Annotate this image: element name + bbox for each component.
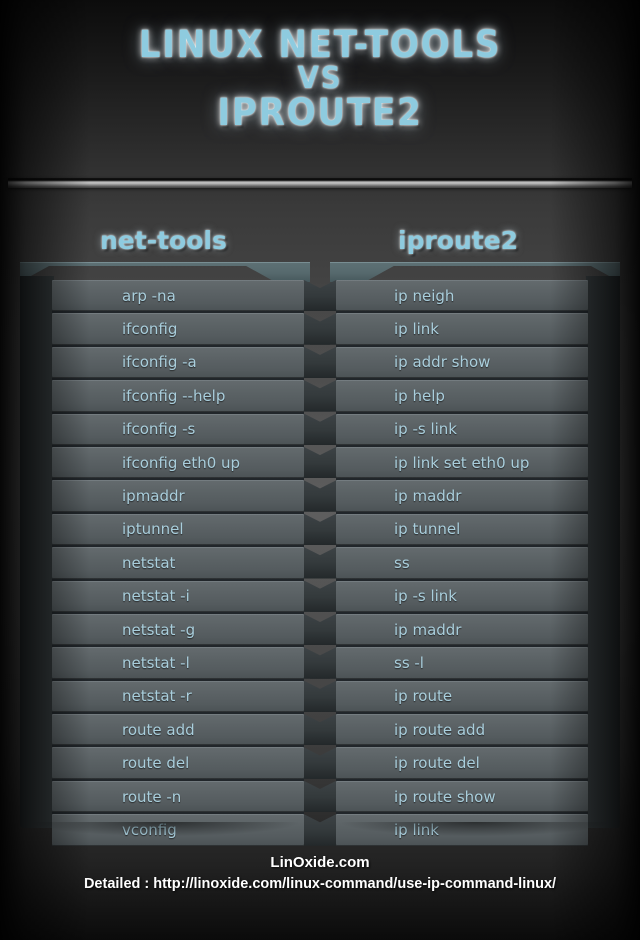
command-text: netstat -i	[122, 587, 190, 606]
title-divider	[8, 178, 632, 188]
command-row[interactable]: ss	[336, 547, 588, 579]
command-text: ip link	[394, 320, 439, 339]
net-tools-command-stack: arp -na ifconfig ifconfig -a ifconfig --hel…	[20, 262, 310, 846]
command-row[interactable]: ip maddr	[336, 480, 588, 512]
command-text: ip maddr	[394, 487, 462, 506]
command-row[interactable]: ip -s link	[336, 580, 588, 612]
command-row[interactable]: ifconfig -s	[52, 413, 304, 445]
command-row[interactable]: netstat -i	[52, 580, 304, 612]
stack-side-panel	[586, 276, 620, 828]
command-row[interactable]: ip link	[336, 313, 588, 345]
command-row[interactable]: ip route	[336, 680, 588, 713]
footer: LinOxide.com Detailed : http://linoxide.…	[0, 852, 640, 895]
command-row[interactable]: ip route show	[336, 780, 588, 813]
column-header-iproute2: iproute2	[398, 226, 519, 255]
footer-brand: LinOxide.com	[270, 854, 370, 871]
command-text: route add	[122, 720, 195, 739]
command-text: ip addr show	[394, 353, 491, 372]
iproute2-row-list: ip neigh ip link ip addr show ip help ip -s …	[336, 280, 588, 846]
footer-detail-link[interactable]: Detailed : http://linoxide.com/linux-com…	[0, 874, 640, 895]
command-text: ss -l	[394, 653, 424, 672]
command-row[interactable]: ip help	[336, 380, 588, 412]
command-row[interactable]: ip neigh	[336, 280, 588, 312]
iproute2-command-stack: ip neigh ip link ip addr show ip help ip -s …	[330, 262, 620, 846]
command-text: netstat -l	[122, 653, 190, 672]
command-text: ip help	[394, 386, 445, 405]
command-text: ip maddr	[394, 620, 462, 639]
command-text: ip route show	[394, 787, 496, 806]
command-row[interactable]: iptunnel	[52, 513, 304, 546]
command-text: ip -s link	[394, 587, 457, 606]
command-row[interactable]: ifconfig	[52, 313, 304, 345]
command-text: ip tunnel	[394, 520, 461, 539]
command-text: iptunnel	[122, 520, 184, 539]
command-text: ifconfig -s	[122, 420, 196, 439]
command-text: ip link set eth0 up	[394, 453, 530, 472]
command-text: netstat -r	[122, 687, 192, 706]
column-header-net-tools: net-tools	[100, 226, 227, 255]
title-line-2: VS	[297, 60, 343, 96]
command-text: ip route	[394, 687, 453, 706]
command-row[interactable]: ipmaddr	[52, 480, 304, 512]
command-text: ifconfig -a	[122, 353, 197, 372]
command-row[interactable]: ip route del	[336, 747, 588, 779]
command-row[interactable]: ifconfig -a	[52, 346, 304, 379]
command-text: ip neigh	[394, 286, 455, 305]
stack-side-panel	[20, 276, 54, 828]
command-text: netstat -g	[122, 620, 196, 639]
infographic-poster: LINUX NET-TOOLS VS IPROUTE2 net-tools ip…	[0, 0, 640, 940]
command-row[interactable]: ip link	[336, 814, 588, 846]
command-row[interactable]: route -n	[52, 780, 304, 813]
command-row[interactable]: ip link set eth0 up	[336, 446, 588, 479]
command-text: ipmaddr	[122, 487, 185, 506]
command-row[interactable]: route del	[52, 747, 304, 779]
title-line-1: LINUX NET-TOOLS	[138, 23, 502, 66]
command-text: ip route add	[394, 720, 486, 739]
command-text: netstat	[122, 553, 176, 572]
title-line-3: IPROUTE2	[217, 91, 423, 135]
command-text: ip link	[394, 820, 439, 839]
command-row[interactable]: ip route add	[336, 714, 588, 746]
command-text: vconfig	[122, 820, 177, 839]
command-text: ip -s link	[394, 420, 457, 439]
command-text: ss	[394, 553, 410, 572]
net-tools-row-list: arp -na ifconfig ifconfig -a ifconfig --hel…	[52, 280, 304, 846]
command-row[interactable]: netstat -g	[52, 613, 304, 646]
command-row[interactable]: ip -s link	[336, 413, 588, 445]
command-row[interactable]: route add	[52, 714, 304, 746]
command-text: arp -na	[122, 286, 176, 305]
command-row[interactable]: arp -na	[52, 280, 304, 312]
command-text: ifconfig eth0 up	[122, 453, 241, 472]
command-text: ifconfig --help	[122, 386, 226, 405]
command-row[interactable]: ip maddr	[336, 613, 588, 646]
stack-top-cap	[330, 262, 620, 282]
command-row[interactable]: netstat	[52, 547, 304, 579]
command-row[interactable]: ifconfig eth0 up	[52, 446, 304, 479]
command-row[interactable]: ip tunnel	[336, 513, 588, 546]
command-text: ip route del	[394, 754, 480, 773]
command-text: route -n	[122, 787, 182, 806]
command-row[interactable]: vconfig	[52, 814, 304, 846]
command-text: ifconfig	[122, 320, 178, 339]
command-row[interactable]: ifconfig --help	[52, 380, 304, 412]
command-row[interactable]: netstat -r	[52, 680, 304, 713]
command-text: route del	[122, 754, 190, 773]
command-row[interactable]: netstat -l	[52, 647, 304, 679]
command-row[interactable]: ip addr show	[336, 346, 588, 379]
stack-top-cap	[20, 262, 310, 282]
poster-title: LINUX NET-TOOLS VS IPROUTE2	[0, 26, 640, 132]
command-row[interactable]: ss -l	[336, 647, 588, 679]
